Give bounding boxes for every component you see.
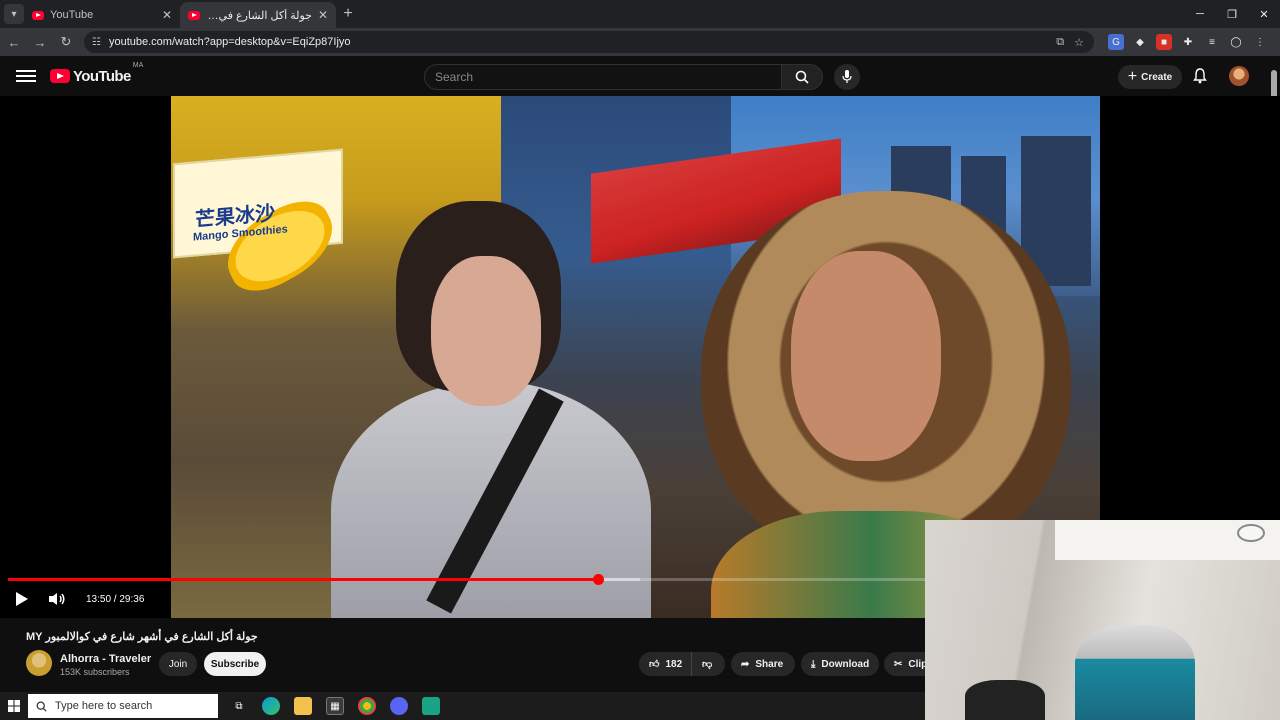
chrome-icon[interactable] bbox=[358, 697, 376, 715]
close-tab-icon[interactable]: ✕ bbox=[162, 8, 172, 22]
channel-avatar[interactable] bbox=[26, 650, 52, 676]
region-code: MA bbox=[132, 61, 144, 69]
subscriber-count: 153K subscribers bbox=[60, 667, 130, 677]
close-window-icon[interactable]: ✕ bbox=[1248, 0, 1280, 28]
profile-icon[interactable]: ◯ bbox=[1228, 34, 1244, 50]
download-button[interactable]: ⤓ Download bbox=[801, 652, 879, 676]
address-bar[interactable]: ☷ youtube.com/watch?app=desktop&v=EqiZp8… bbox=[84, 31, 1094, 53]
youtube-play-logo-icon bbox=[50, 69, 70, 83]
tab-search-chevron-icon[interactable]: ▾ bbox=[4, 4, 24, 24]
search-icon bbox=[795, 70, 809, 84]
site-info-icon[interactable]: ☷ bbox=[92, 37, 101, 48]
ceiling-lamp bbox=[1237, 524, 1265, 542]
taskbar-search[interactable]: Type here to search bbox=[28, 694, 218, 718]
play-icon[interactable] bbox=[16, 592, 28, 606]
dislike-button[interactable]: 👎︎ bbox=[691, 652, 725, 676]
restore-icon[interactable]: ❐ bbox=[1216, 0, 1248, 28]
clip-label: Clip bbox=[908, 658, 925, 670]
progress-played bbox=[8, 578, 599, 581]
download-icon: ⤓ bbox=[811, 658, 816, 670]
video-info: جولة أكل الشارع في أشهر شارع في كوالالمب… bbox=[0, 618, 925, 692]
extensions-area: G ◆ ■ ✚ ≡ ◯ ⋮ bbox=[1108, 34, 1268, 50]
tab-title: جولة أكل الشارع في أشهر شارع bbox=[206, 9, 312, 22]
youtube-favicon-icon bbox=[32, 10, 44, 20]
youtube-favicon-icon bbox=[188, 10, 200, 20]
task-view-icon[interactable]: ⧉ bbox=[230, 697, 248, 715]
url-text: youtube.com/watch?app=desktop&v=EqiZp87I… bbox=[108, 36, 351, 48]
more-menu-icon[interactable]: ⋮ bbox=[1252, 34, 1268, 50]
youtube-logo[interactable]: YouTube MA bbox=[50, 62, 143, 85]
edge-icon[interactable] bbox=[262, 697, 280, 715]
webcam-person bbox=[1075, 625, 1195, 720]
forward-arrow-icon[interactable]: → bbox=[28, 30, 52, 54]
bookmark-star-icon[interactable]: ☆ bbox=[1074, 36, 1084, 49]
start-button[interactable] bbox=[0, 700, 28, 712]
video-title: جولة أكل الشارع في أشهر شارع في كوالالمب… bbox=[26, 631, 258, 643]
browser-toolbar: ← → ↻ ☷ youtube.com/watch?app=desktop&v=… bbox=[0, 28, 1280, 56]
download-label: Download bbox=[821, 658, 870, 670]
plus-icon: + bbox=[1127, 68, 1138, 85]
thumbs-up-icon: 👍︎ bbox=[649, 659, 660, 670]
close-tab-icon[interactable]: ✕ bbox=[318, 8, 328, 22]
window-controls: ─ ❐ ✕ bbox=[1184, 0, 1280, 28]
create-label: Create bbox=[1141, 71, 1173, 83]
install-app-icon[interactable]: ⧉ bbox=[1056, 36, 1064, 49]
file-explorer-icon[interactable] bbox=[294, 697, 312, 715]
red-extension-icon[interactable]: ■ bbox=[1156, 34, 1172, 50]
translate-extension-icon[interactable]: G bbox=[1108, 34, 1124, 50]
player-controls: 13:50 / 29:36 bbox=[0, 586, 600, 612]
channel-name[interactable]: Alhorra - Traveler bbox=[60, 653, 151, 665]
person-left bbox=[331, 201, 651, 618]
microphone-icon bbox=[842, 70, 852, 83]
diamond-extension-icon[interactable]: ◆ bbox=[1132, 34, 1148, 50]
subscribe-button[interactable]: Subscribe bbox=[204, 652, 266, 676]
share-button[interactable]: ➦ Share bbox=[731, 652, 795, 676]
share-label: Share bbox=[755, 658, 784, 670]
join-button[interactable]: Join bbox=[159, 652, 197, 676]
taskbar-apps: ⧉ ▦ bbox=[230, 697, 440, 715]
tab-youtube[interactable]: YouTube ✕ bbox=[24, 2, 180, 28]
scissors-icon: ✂ bbox=[894, 658, 903, 670]
back-arrow-icon[interactable]: ← bbox=[2, 30, 26, 54]
discord-icon[interactable] bbox=[390, 697, 408, 715]
account-avatar[interactable] bbox=[1229, 66, 1249, 86]
new-tab-button[interactable]: + bbox=[336, 2, 360, 26]
like-count: 182 bbox=[665, 658, 683, 670]
voice-search-button[interactable] bbox=[834, 64, 860, 90]
windows-taskbar: Type here to search ⧉ ▦ bbox=[0, 692, 925, 720]
windows-logo-icon bbox=[8, 700, 20, 712]
volume-icon[interactable] bbox=[48, 592, 66, 606]
create-button[interactable]: + Create bbox=[1118, 65, 1182, 89]
puzzle-extensions-icon[interactable]: ✚ bbox=[1180, 34, 1196, 50]
app-icon[interactable] bbox=[422, 697, 440, 715]
tab-video[interactable]: جولة أكل الشارع في أشهر شارع ✕ bbox=[180, 2, 336, 28]
tab-title: YouTube bbox=[50, 9, 94, 21]
hamburger-menu-icon[interactable] bbox=[16, 70, 36, 82]
like-button[interactable]: 👍︎ 182 bbox=[639, 652, 691, 676]
search-button[interactable] bbox=[781, 64, 823, 90]
webcam-overlay bbox=[925, 520, 1280, 720]
taskbar-search-placeholder: Type here to search bbox=[55, 700, 153, 712]
notifications-bell-icon[interactable] bbox=[1192, 68, 1208, 84]
search-icon bbox=[36, 701, 47, 712]
time-display: 13:50 / 29:36 bbox=[86, 593, 145, 605]
share-arrow-icon: ➦ bbox=[741, 658, 750, 670]
logo-text: YouTube bbox=[73, 67, 131, 85]
thumbs-down-icon: 👎︎ bbox=[702, 659, 713, 670]
mango-smoothies-sign: 芒果冰沙 Mango Smoothies bbox=[173, 148, 345, 305]
chair bbox=[965, 680, 1045, 720]
minimize-icon[interactable]: ─ bbox=[1184, 0, 1216, 28]
clip-button[interactable]: ✂ Clip bbox=[884, 652, 925, 676]
browser-tab-strip: ▾ YouTube ✕ جولة أكل الشارع في أشهر شارع… bbox=[0, 0, 1280, 28]
media-controls-icon[interactable]: ≡ bbox=[1204, 34, 1220, 50]
store-icon[interactable]: ▦ bbox=[326, 697, 344, 715]
reload-icon[interactable]: ↻ bbox=[54, 30, 78, 54]
search-input[interactable]: Search bbox=[424, 64, 782, 90]
